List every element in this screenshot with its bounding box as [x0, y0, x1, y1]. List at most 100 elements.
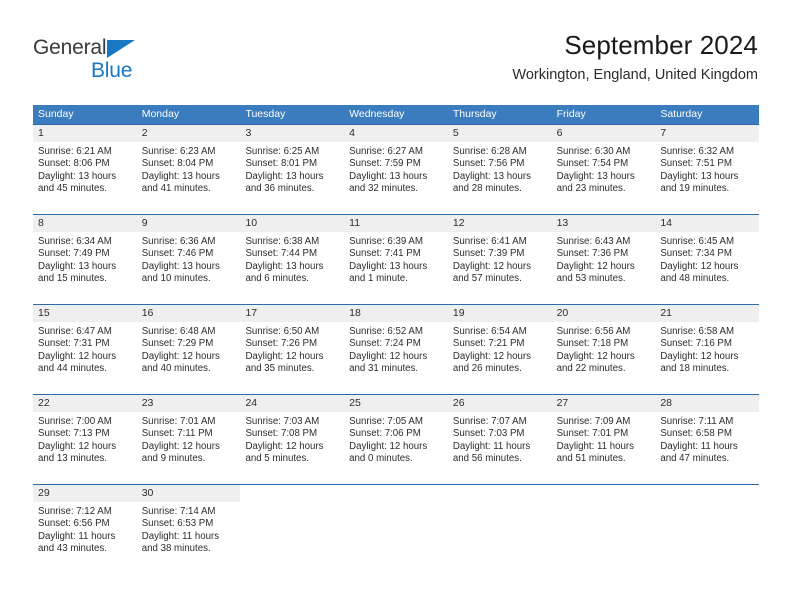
weekday-header-thursday: Thursday	[452, 108, 497, 120]
calendar-day-cell[interactable]: 17 Sunrise: 6:50 AM Sunset: 7:26 PM Dayligh…	[240, 305, 345, 384]
calendar-day-cell[interactable]: 9 Sunrise: 6:36 AM Sunset: 7:46 PM Daylight…	[136, 215, 241, 294]
daylight-text-line1: Daylight: 13 hours	[245, 170, 324, 182]
general-blue-logo[interactable]: General Blue	[33, 36, 163, 92]
calendar-day-cell[interactable]: 2 Sunrise: 6:23 AM Sunset: 8:04 PM Daylight…	[136, 125, 241, 204]
calendar-day-cell[interactable]: 13 Sunrise: 6:43 AM Sunset: 7:36 PM Dayligh…	[551, 215, 656, 294]
daylight-text-line1: Daylight: 11 hours	[556, 440, 634, 452]
calendar-day-cell[interactable]: 6 Sunrise: 6:30 AM Sunset: 7:54 PM Daylight…	[551, 125, 656, 204]
day-details: Sunrise: 7:05 AM Sunset: 7:06 PM Daylight:…	[344, 412, 448, 465]
sunset-text: Sunset: 7:54 PM	[556, 158, 629, 170]
day-number: 28	[655, 395, 760, 412]
calendar-day-cell[interactable]: 5 Sunrise: 6:28 AM Sunset: 7:56 PM Daylight…	[447, 125, 552, 204]
sunrise-text: Sunrise: 6:25 AM	[245, 146, 320, 157]
calendar-day-cell[interactable]: 28 Sunrise: 7:11 AM Sunset: 6:58 PM Dayligh…	[655, 395, 760, 474]
day-details: Sunrise: 6:30 AM Sunset: 7:54 PM Daylight:…	[552, 142, 656, 195]
sunrise-text: Sunrise: 7:03 AM	[245, 416, 320, 427]
calendar-week-row: 22 Sunrise: 7:00 AM Sunset: 7:13 PM Dayligh…	[33, 394, 760, 474]
daylight-text-line2: and 28 minutes.	[452, 182, 522, 194]
daylight-text-line1: Daylight: 11 hours	[452, 440, 531, 452]
day-number: 1	[33, 125, 137, 142]
calendar-week-row: 8 Sunrise: 6:34 AM Sunset: 7:49 PM Daylight…	[33, 214, 760, 294]
calendar-day-cell[interactable]: 21 Sunrise: 6:58 AM Sunset: 7:16 PM Dayligh…	[655, 305, 760, 384]
calendar-day-cell[interactable]: 16 Sunrise: 6:48 AM Sunset: 7:29 PM Dayligh…	[136, 305, 241, 384]
calendar-day-cell[interactable]: 24 Sunrise: 7:03 AM Sunset: 7:08 PM Dayligh…	[240, 395, 345, 474]
sunset-text: Sunset: 7:18 PM	[556, 338, 629, 350]
sunrise-text: Sunrise: 6:39 AM	[349, 236, 423, 247]
daylight-text-line2: and 23 minutes.	[556, 182, 626, 194]
sunset-text: Sunset: 7:16 PM	[660, 338, 732, 350]
day-number: 30	[136, 485, 241, 502]
sunset-text: Sunset: 6:56 PM	[38, 518, 110, 530]
day-number: 10	[240, 215, 345, 232]
day-number: 15	[33, 305, 137, 322]
day-number: 18	[344, 305, 448, 322]
calendar-day-cell[interactable]: 11 Sunrise: 6:39 AM Sunset: 7:41 PM Dayligh…	[344, 215, 448, 294]
calendar-page: General Blue September 2024 Workington, …	[0, 0, 792, 612]
calendar-day-cell[interactable]: 1 Sunrise: 6:21 AM Sunset: 8:06 PM Daylight…	[33, 125, 137, 204]
calendar-weeks: 1 Sunrise: 6:21 AM Sunset: 8:06 PM Daylight…	[33, 124, 760, 564]
page-subtitle: Workington, England, United Kingdom	[512, 67, 758, 83]
daylight-text-line1: Daylight: 12 hours	[452, 350, 531, 362]
calendar-day-cell[interactable]: 3 Sunrise: 6:25 AM Sunset: 8:01 PM Daylight…	[240, 125, 345, 204]
calendar-day-cell[interactable]: 8 Sunrise: 6:34 AM Sunset: 7:49 PM Daylight…	[33, 215, 137, 294]
calendar-week-row: 15 Sunrise: 6:47 AM Sunset: 7:31 PM Dayligh…	[33, 304, 760, 384]
sunset-text: Sunset: 7:34 PM	[660, 248, 732, 260]
day-details: Sunrise: 6:38 AM Sunset: 7:44 PM Daylight:…	[240, 232, 344, 285]
sunset-text: Sunset: 7:01 PM	[556, 428, 629, 440]
calendar-day-cell[interactable]: 25 Sunrise: 7:05 AM Sunset: 7:06 PM Dayligh…	[344, 395, 448, 474]
daylight-text-line1: Daylight: 12 hours	[141, 350, 220, 362]
calendar-week-row: 29 Sunrise: 7:12 AM Sunset: 6:56 PM Dayligh…	[33, 484, 760, 564]
calendar-day-cell[interactable]: 14 Sunrise: 6:45 AM Sunset: 7:34 PM Dayligh…	[655, 215, 760, 294]
page-header: General Blue September 2024 Workington, …	[33, 28, 758, 98]
day-number: 14	[655, 215, 760, 232]
sunset-text: Sunset: 7:46 PM	[141, 248, 214, 260]
daylight-text-line2: and 18 minutes.	[660, 362, 730, 374]
sunrise-text: Sunrise: 6:58 AM	[660, 326, 735, 337]
daylight-text-line2: and 0 minutes.	[349, 452, 413, 464]
calendar-day-cell[interactable]: 20 Sunrise: 6:56 AM Sunset: 7:18 PM Dayligh…	[551, 305, 656, 384]
day-number: 7	[655, 125, 760, 142]
day-details: Sunrise: 6:36 AM Sunset: 7:46 PM Daylight:…	[137, 232, 241, 285]
daylight-text-line2: and 26 minutes.	[452, 362, 522, 374]
day-details: Sunrise: 7:03 AM Sunset: 7:08 PM Daylight:…	[240, 412, 344, 465]
day-number: 17	[240, 305, 345, 322]
sunrise-text: Sunrise: 7:11 AM	[660, 416, 734, 427]
calendar-day-cell[interactable]: 30 Sunrise: 7:14 AM Sunset: 6:53 PM Dayligh…	[136, 485, 241, 564]
day-details: Sunrise: 7:12 AM Sunset: 6:56 PM Daylight:…	[33, 502, 137, 555]
day-details	[448, 502, 552, 506]
sunset-text: Sunset: 7:44 PM	[245, 248, 318, 260]
daylight-text-line2: and 51 minutes.	[556, 452, 626, 464]
calendar-day-cell[interactable]: 18 Sunrise: 6:52 AM Sunset: 7:24 PM Dayligh…	[344, 305, 448, 384]
day-details: Sunrise: 6:52 AM Sunset: 7:24 PM Daylight:…	[344, 322, 448, 375]
calendar-day-cell[interactable]: 23 Sunrise: 7:01 AM Sunset: 7:11 PM Dayligh…	[136, 395, 241, 474]
daylight-text-line1: Daylight: 12 hours	[452, 260, 531, 272]
calendar-day-cell[interactable]: 19 Sunrise: 6:54 AM Sunset: 7:21 PM Dayligh…	[447, 305, 552, 384]
weekday-header-tuesday: Tuesday	[245, 108, 286, 120]
calendar-day-cell[interactable]: 22 Sunrise: 7:00 AM Sunset: 7:13 PM Dayligh…	[33, 395, 137, 474]
sunrise-text: Sunrise: 7:09 AM	[556, 416, 631, 427]
sunrise-text: Sunrise: 6:54 AM	[452, 326, 527, 337]
day-number: 2	[136, 125, 241, 142]
day-details: Sunrise: 6:43 AM Sunset: 7:36 PM Daylight:…	[552, 232, 656, 285]
calendar-day-cell[interactable]: 26 Sunrise: 7:07 AM Sunset: 7:03 PM Dayligh…	[447, 395, 552, 474]
day-number	[344, 485, 448, 502]
calendar-day-cell[interactable]: 27 Sunrise: 7:09 AM Sunset: 7:01 PM Dayligh…	[551, 395, 656, 474]
daylight-text-line1: Daylight: 13 hours	[349, 170, 428, 182]
calendar-day-cell[interactable]: 12 Sunrise: 6:41 AM Sunset: 7:39 PM Dayligh…	[447, 215, 552, 294]
daylight-text-line1: Daylight: 12 hours	[556, 350, 635, 362]
logo-text-general: General	[33, 36, 107, 59]
daylight-text-line1: Daylight: 11 hours	[660, 440, 738, 452]
daylight-text-line2: and 48 minutes.	[660, 272, 730, 284]
sunset-text: Sunset: 7:51 PM	[660, 158, 732, 170]
day-number: 24	[240, 395, 345, 412]
weekday-header-sunday: Sunday	[38, 108, 74, 120]
calendar-day-cell-empty	[240, 485, 345, 564]
calendar-day-cell[interactable]: 4 Sunrise: 6:27 AM Sunset: 7:59 PM Daylight…	[344, 125, 448, 204]
calendar-day-cell[interactable]: 15 Sunrise: 6:47 AM Sunset: 7:31 PM Dayligh…	[33, 305, 137, 384]
calendar-day-cell[interactable]: 29 Sunrise: 7:12 AM Sunset: 6:56 PM Dayligh…	[33, 485, 137, 564]
calendar-day-cell[interactable]: 7 Sunrise: 6:32 AM Sunset: 7:51 PM Daylight…	[655, 125, 760, 204]
calendar-day-cell-empty	[344, 485, 448, 564]
calendar-day-cell[interactable]: 10 Sunrise: 6:38 AM Sunset: 7:44 PM Dayligh…	[240, 215, 345, 294]
day-number: 26	[447, 395, 552, 412]
daylight-text-line2: and 5 minutes.	[245, 452, 309, 464]
